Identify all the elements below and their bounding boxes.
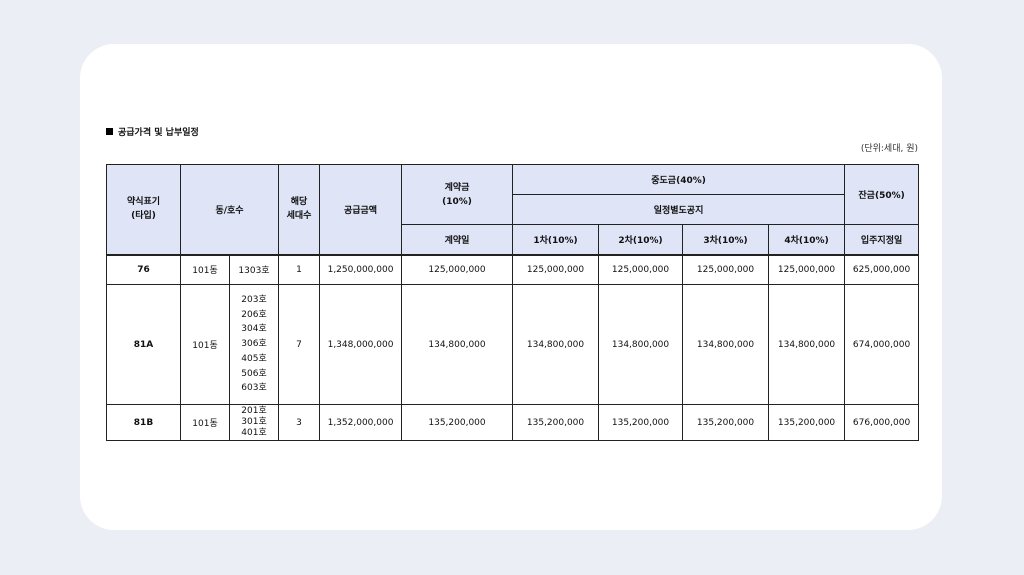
table-row: 81A 101동 203호 206호 304호 306호 405호 506호 6… <box>106 284 920 405</box>
header-supply-amount: 공급금액 <box>319 164 403 255</box>
ho-item: 506호 <box>241 368 267 379</box>
cell-middle-4: 134,800,000 <box>768 284 846 405</box>
cell-supply: 1,250,000,000 <box>319 254 403 285</box>
cell-balance: 674,000,000 <box>844 284 920 405</box>
cell-units: 7 <box>278 284 321 405</box>
cell-deposit: 125,000,000 <box>401 254 514 285</box>
cell-type: 81B <box>106 404 181 441</box>
cell-type: 81A <box>106 284 181 405</box>
cell-ho: 203호 206호 304호 306호 405호 506호 603호 <box>228 284 280 405</box>
cell-middle-2: 134,800,000 <box>598 284 684 405</box>
cell-balance: 625,000,000 <box>844 254 920 285</box>
header-middle-3: 3차(10%) <box>682 224 770 255</box>
header-type: 약식표기 (타입) <box>106 164 181 255</box>
cell-type: 76 <box>106 254 181 285</box>
header-dong-ho: 동/호수 <box>179 164 280 255</box>
section-title-text: 공급가격 및 납부일정 <box>118 128 199 138</box>
ho-item: 304호 <box>241 324 267 335</box>
table-row: 76 101동 1303호 1 1,250,000,000 125,000,00… <box>106 254 920 285</box>
cell-ho: 1303호 <box>228 254 280 285</box>
header-balance-date: 입주지정일 <box>844 224 920 255</box>
ho-item: 301호 <box>241 417 267 427</box>
cell-units: 3 <box>278 404 321 441</box>
header-balance: 잔금(50%) <box>844 164 920 225</box>
cell-middle-2: 135,200,000 <box>598 404 684 441</box>
cell-middle-3: 125,000,000 <box>682 254 770 285</box>
header-middle-2: 2차(10%) <box>598 224 684 255</box>
cell-middle-4: 125,000,000 <box>768 254 846 285</box>
ho-item: 603호 <box>241 383 267 394</box>
header-middle-payment: 중도금(40%) <box>512 164 846 195</box>
header-units-line2: 세대수 <box>286 211 312 222</box>
header-middle-schedule: 일정별도공지 <box>512 194 846 225</box>
cell-dong: 101동 <box>180 284 230 405</box>
cell-middle-1: 135,200,000 <box>512 404 600 441</box>
ho-item: 206호 <box>241 309 267 320</box>
header-units-line1: 해당 <box>290 197 308 208</box>
ho-item: 201호 <box>241 406 267 416</box>
ho-item: 401호 <box>241 428 267 438</box>
cell-balance: 676,000,000 <box>844 404 920 441</box>
table-header: 약식표기 (타입) 동/호수 해당 세대수 공급금액 계약금 (10%) 중도금… <box>106 164 920 255</box>
unit-note: (단위:세대, 원) <box>860 144 918 154</box>
header-middle-4: 4차(10%) <box>768 224 846 255</box>
ho-item: 306호 <box>241 339 267 350</box>
cell-middle-1: 125,000,000 <box>512 254 600 285</box>
header-type-line1: 약식표기 <box>126 197 161 208</box>
header-type-line2: (타입) <box>131 211 156 222</box>
section-title: 공급가격 및 납부일정 <box>106 125 199 138</box>
header-deposit-line1: 계약금 <box>444 182 470 193</box>
cell-deposit: 134,800,000 <box>401 284 514 405</box>
header-deposit: 계약금 (10%) <box>401 164 514 225</box>
cell-supply: 1,352,000,000 <box>319 404 403 441</box>
cell-middle-4: 135,200,000 <box>768 404 846 441</box>
table-row: 81B 101동 201호 301호 401호 3 1,352,000,000 … <box>106 404 920 441</box>
cell-ho: 201호 301호 401호 <box>228 404 280 441</box>
cell-dong: 101동 <box>180 404 230 441</box>
ho-item: 203호 <box>241 294 267 305</box>
header-deposit-date: 계약일 <box>401 224 514 255</box>
cell-supply: 1,348,000,000 <box>319 284 403 405</box>
bullet-square-icon <box>106 128 113 135</box>
cell-middle-1: 134,800,000 <box>512 284 600 405</box>
cell-middle-3: 134,800,000 <box>682 284 770 405</box>
cell-dong: 101동 <box>180 254 230 285</box>
header-deposit-line2: (10%) <box>442 196 472 207</box>
ho-item: 405호 <box>241 353 267 364</box>
header-units: 해당 세대수 <box>278 164 321 255</box>
cell-middle-2: 125,000,000 <box>598 254 684 285</box>
cell-units: 1 <box>278 254 321 285</box>
cell-deposit: 135,200,000 <box>401 404 514 441</box>
header-middle-1: 1차(10%) <box>512 224 600 255</box>
cell-middle-3: 135,200,000 <box>682 404 770 441</box>
price-schedule-table: 약식표기 (타입) 동/호수 해당 세대수 공급금액 계약금 (10%) 중도금… <box>106 164 920 441</box>
